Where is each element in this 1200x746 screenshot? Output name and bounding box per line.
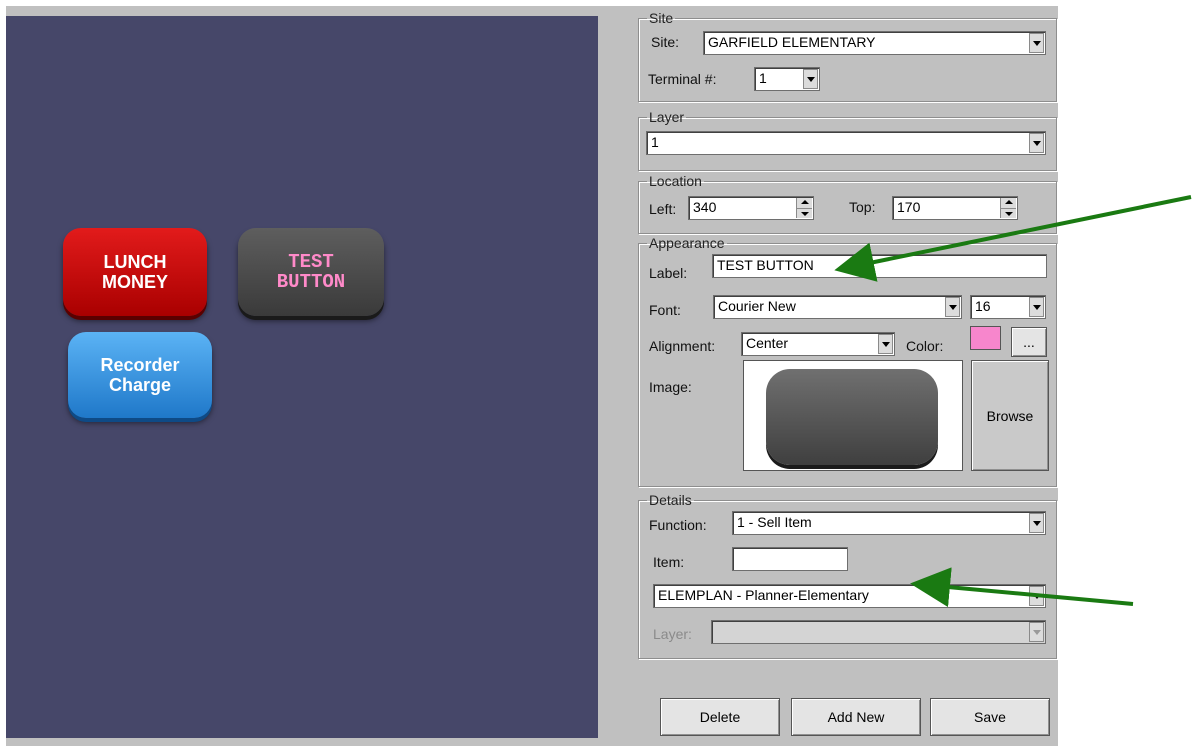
annotation-arrow-label: [834, 195, 1192, 282]
annotation-arrow-item: [910, 567, 1134, 608]
annotation-arrows: [834, 195, 1192, 608]
